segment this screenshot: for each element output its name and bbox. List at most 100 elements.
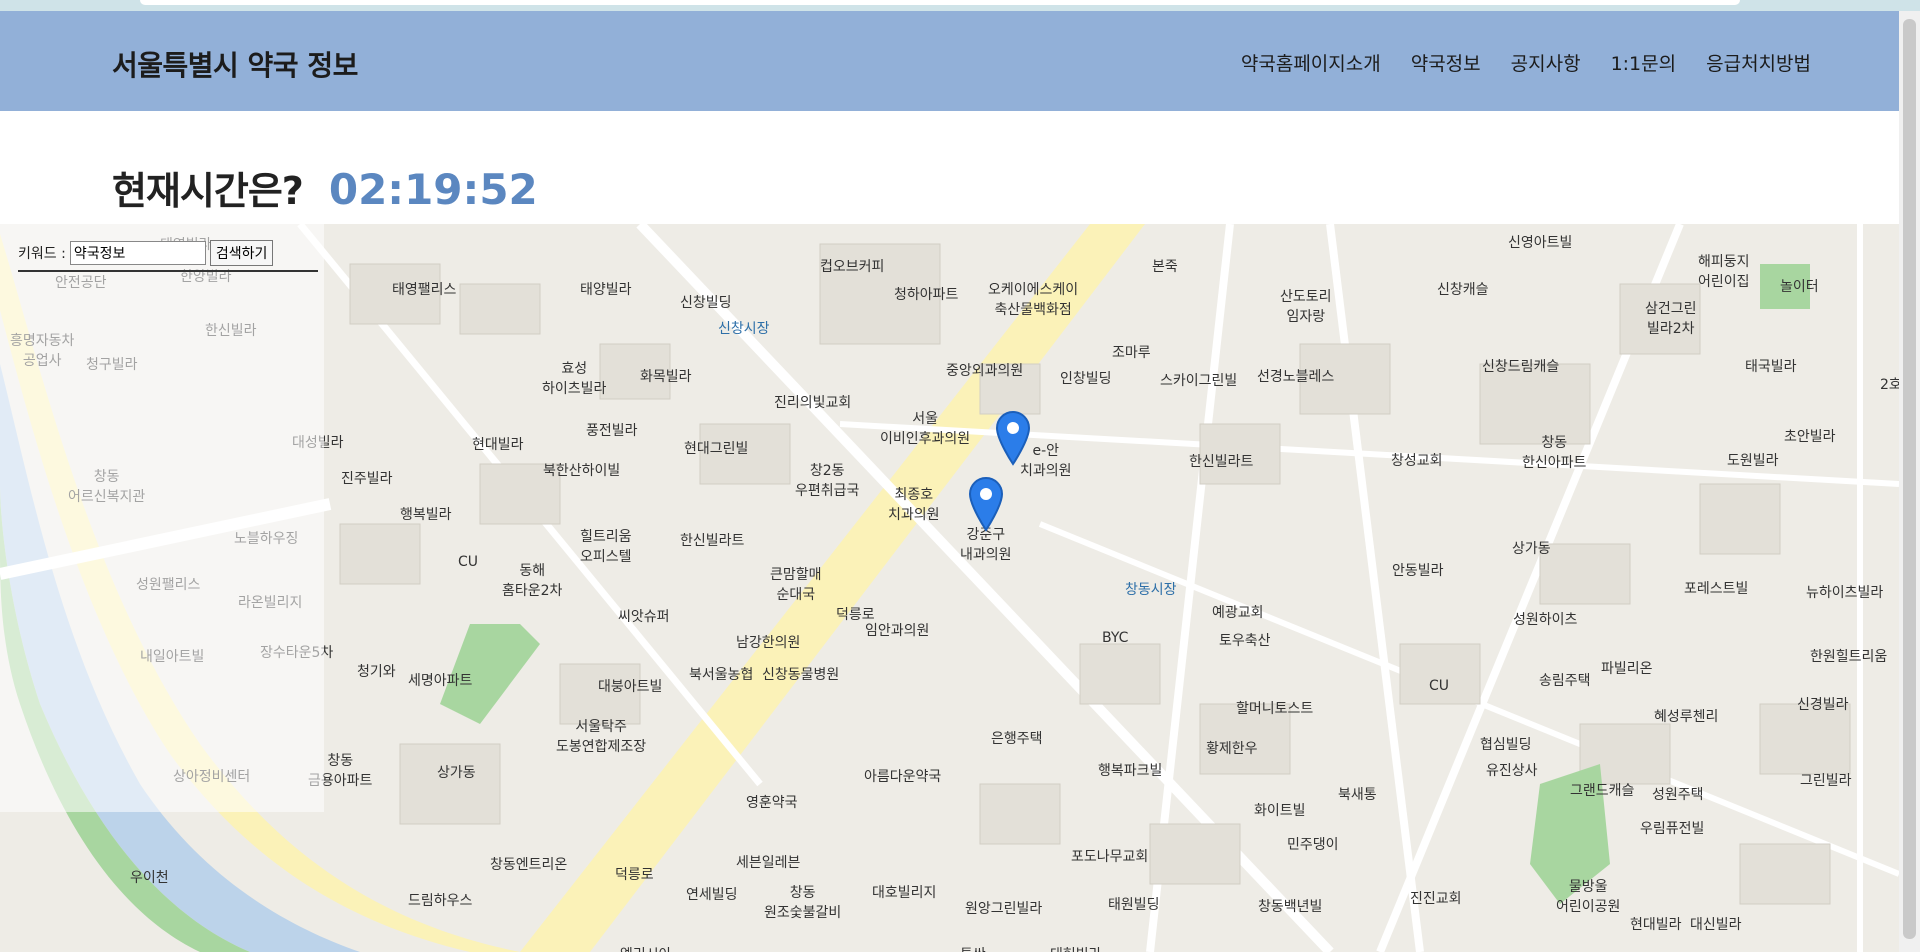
map-place-label: 효성 하이츠빌라 (542, 361, 607, 397)
scrollbar-thumb[interactable] (1903, 19, 1916, 939)
nav-item-notice[interactable]: 공지사항 (1511, 49, 1581, 76)
map-place-label: 행복파크빌 (1098, 763, 1163, 779)
map-place-label: 초안빌라 (1784, 429, 1836, 445)
map-place-label: 산도토리 임자랑 (1280, 289, 1332, 325)
map-place-label: 물방울 어린이공원 (1556, 879, 1621, 915)
map-place-label: 대붕아트빌 (598, 679, 663, 695)
search-button[interactable]: 검색하기 (209, 240, 274, 266)
clock-area: 현재시간은? 02:19:52 (112, 160, 538, 220)
nav-item-inquiry[interactable]: 1:1문의 (1611, 49, 1677, 76)
map-place-label: 송림주택 (1539, 673, 1591, 689)
nav-item-first-aid[interactable]: 응급처치방법 (1706, 49, 1811, 76)
site-title[interactable]: 서울특별시 약국 정보 (112, 44, 358, 84)
map-place-label: CU (1429, 678, 1450, 694)
map-place-label: 청기와 (357, 664, 396, 680)
map-place-label: 원앙그린빌라 (965, 901, 1043, 917)
map-place-label: 동해 홈타운2차 (502, 563, 563, 599)
map-place-label: 태원빌딩 (1108, 897, 1160, 913)
map-place-label: 청하아파트 (894, 287, 959, 303)
map-place-label: 드림하우스 (408, 893, 473, 909)
map-place-label: 북서울농협 (689, 667, 754, 683)
map-place-label: 태양빌라 (580, 282, 632, 298)
map-place-label: 오케이에스케이 축산물백화점 (988, 282, 1079, 318)
search-bar: 키워드 : 검색하기 (18, 240, 274, 266)
map-place-label: 2호선 (1880, 377, 1899, 393)
map-place-label: 창동엔트리온 (490, 857, 568, 873)
map-place-label: 창성교회 (1391, 453, 1443, 469)
map-place-label: 태국빌라 (1745, 359, 1797, 375)
map-place-label: 창동 원조숯불갈비 (764, 885, 842, 921)
map-place-label: 연세빌딩 (686, 887, 738, 903)
map-place-label: 본죽 (1152, 259, 1178, 275)
map-place-label: 창동백년빌 (1258, 899, 1323, 915)
map-place-label: 투싼 (960, 944, 986, 952)
page-scrollbar[interactable] (1899, 11, 1920, 952)
map-place-label: 파빌리온 (1601, 661, 1653, 677)
map-place-label: 현대그린빌 (684, 441, 749, 457)
browser-top-strip-inner (140, 0, 1740, 5)
map-place-label: 세븐일레븐 (736, 855, 801, 871)
map-place-label: 태영팰리스 (392, 282, 457, 298)
map-place-label: 성원주택 (1652, 787, 1704, 803)
map-place-label: 상가동 (437, 765, 476, 781)
map-place-label: 조마루 (1112, 345, 1151, 361)
map-place-label: 큰맘할매 순대국 (770, 567, 822, 603)
map-place-label: 상가동 (1512, 541, 1551, 557)
map-place-label: 현대빌라 (1630, 917, 1682, 933)
map-place-label: 포레스트빌 (1684, 581, 1749, 597)
map-place-label: 민주댕이 (1287, 837, 1339, 853)
map-place-label: 진리의빛교회 (774, 395, 852, 411)
map-place-label: 신창시장 (718, 321, 770, 337)
map-place-label: 대신빌라 (1690, 917, 1742, 933)
map-place-label: 대호빌리지 (872, 885, 937, 901)
search-input[interactable] (69, 241, 206, 265)
map-place-label: 창2동 우편취급국 (795, 463, 860, 499)
map-place-label: 토우축산 (1219, 633, 1271, 649)
map-place-label: 황제한우 (1206, 741, 1258, 757)
map-place-label: 도원빌라 (1727, 453, 1779, 469)
map-place-label: 진진교회 (1410, 891, 1462, 907)
map-place-label: 북새통 (1338, 787, 1377, 803)
map-place-label: 우림퓨전빌 (1640, 821, 1705, 837)
clock-value: 02:19:52 (328, 165, 538, 214)
map-place-label: 혜성루첸리 (1654, 709, 1719, 725)
map-place-label: 화이트빌 (1254, 803, 1306, 819)
search-label: 키워드 : (18, 246, 66, 262)
map-place-label: 안동빌라 (1392, 563, 1444, 579)
map-place-label: 화목빌라 (640, 369, 692, 385)
map-place-label: 힐트리움 오피스텔 (580, 529, 632, 565)
map-place-label: 삼건그린 빌라2차 (1645, 301, 1697, 337)
map-place-label: 우이천 (130, 870, 169, 886)
map-place-label: 창동 한신아파트 (1522, 435, 1587, 471)
main-nav: 약국홈페이지소개 약국정보 공지사항 1:1문의 응급처치방법 (1241, 49, 1811, 76)
map-place-label: 신창캐슬 (1437, 282, 1489, 298)
browser-top-strip (0, 0, 1920, 11)
map-place-label: 할머니토스트 (1236, 701, 1314, 717)
map-place-label: 신영아트빌 (1508, 235, 1573, 251)
map-place-label: 한원힐트리움 (1810, 649, 1888, 665)
map-place-label: 스카이그린빌 (1160, 373, 1238, 389)
map-place-label: 유진상사 (1486, 763, 1538, 779)
map-place-label: 컵오브커피 (820, 259, 885, 275)
clock-label: 현재시간은? (112, 169, 304, 213)
map-place-label: 영훈약국 (746, 795, 798, 811)
map-place-label: 그랜드캐슬 (1570, 783, 1635, 799)
map-place-label: 예광교회 (1212, 605, 1264, 621)
nav-item-intro[interactable]: 약국홈페이지소개 (1241, 49, 1381, 76)
map-pin-icon[interactable] (966, 476, 1006, 532)
map-place-label: 진주빌라 (341, 471, 393, 487)
map-place-label: 행복빌라 (400, 507, 452, 523)
nav-item-pharmacy-info[interactable]: 약국정보 (1411, 49, 1481, 76)
map-place-label: 놀이터 (1780, 279, 1819, 295)
map-place-label: CU (458, 554, 479, 570)
map-place-label: 인창빌딩 (1060, 371, 1112, 387)
search-overlay-panel (0, 224, 324, 812)
map-place-label: 북한산하이빌 (543, 463, 621, 479)
map-place-label: 한신빌라트 (1189, 454, 1254, 470)
search-underline (18, 270, 318, 272)
map-pin-icon[interactable] (993, 410, 1033, 466)
map-place-label: 현대빌라 (472, 437, 524, 453)
map-place-label: 최종호 치과의원 (888, 487, 940, 523)
map-place-label: 아름다운약국 (864, 769, 942, 785)
map-place-label: 신창드림캐슬 (1482, 359, 1560, 375)
